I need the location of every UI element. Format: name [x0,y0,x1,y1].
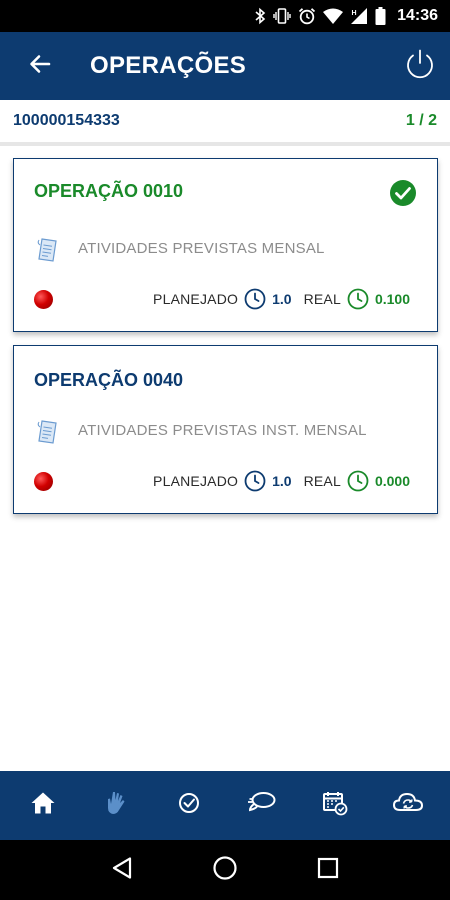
bottom-navigation [0,771,450,840]
operation-metrics: PLANEJADO 1.0 REAL 0.000 [153,470,410,492]
check-circle-icon [389,179,417,212]
operation-card[interactable]: OPERAÇÃO 0010 ATIVIDADES PREVISTAS MENSA… [13,158,438,332]
planned-value: 1.0 [272,473,292,489]
planned-label: PLANEJADO [153,291,239,307]
triangle-back-icon [111,856,133,885]
clock-icon [244,470,266,492]
calendar-check-icon [322,790,348,821]
signal-icon: H [350,6,368,26]
bluetooth-icon [254,6,266,26]
power-icon [403,47,437,86]
cloud-sync-icon [392,791,424,820]
battery-icon [375,6,386,26]
status-indicator [34,290,53,309]
real-label: REAL [303,291,341,307]
nav-home[interactable] [21,784,65,828]
document-icon [36,419,60,450]
real-value: 0.100 [374,291,410,307]
nav-calendar[interactable] [313,784,357,828]
page-title: OPERAÇÕES [90,52,247,79]
home-icon [30,791,56,820]
app-bar: OPERAÇÕES [0,32,450,100]
operation-title: OPERAÇÃO 0010 [34,181,184,201]
real-label: REAL [303,473,341,489]
check-circle-icon [178,792,200,819]
clock-icon [347,288,369,310]
page-indicator: 1 / 2 [405,112,437,129]
vibrate-icon [273,6,291,26]
clock-icon [244,288,266,310]
planned-label: PLANEJADO [153,473,239,489]
status-indicator [34,472,53,491]
hand-icon [105,790,127,821]
real-value: 0.000 [374,473,410,489]
system-navigation-bar [0,840,450,900]
square-recents-icon [317,857,339,884]
operation-title: OPERAÇÃO 0040 [34,370,184,390]
svg-text:H: H [352,10,357,17]
system-back-button[interactable] [102,850,142,890]
order-header: 100000154333 1 / 2 [0,100,450,146]
planned-value: 1.0 [272,291,292,307]
wifi-icon [323,6,344,26]
arrow-left-icon [28,52,52,81]
status-bar: H 14:36 [0,0,450,32]
operation-card[interactable]: OPERAÇÃO 0040 ATIVIDADES PREVISTAS INST.… [13,345,438,514]
alarm-icon [298,6,316,26]
system-recents-button[interactable] [308,850,348,890]
logout-button[interactable] [400,46,440,86]
circle-home-icon [212,855,238,886]
nav-sync[interactable] [386,784,430,828]
clock-icon [347,470,369,492]
chat-icon [247,791,277,820]
operation-metrics: PLANEJADO 1.0 REAL 0.100 [153,288,410,310]
nav-messages[interactable] [240,784,284,828]
back-button[interactable] [20,46,60,86]
nav-tasks[interactable] [167,784,211,828]
order-id: 100000154333 [13,112,120,129]
status-time: 14:36 [397,7,438,24]
operation-description: ATIVIDADES PREVISTAS INST. MENSAL [78,422,367,439]
system-home-button[interactable] [205,850,245,890]
operation-description: ATIVIDADES PREVISTAS MENSAL [78,240,325,257]
document-icon [36,237,60,268]
nav-hand[interactable] [94,784,138,828]
